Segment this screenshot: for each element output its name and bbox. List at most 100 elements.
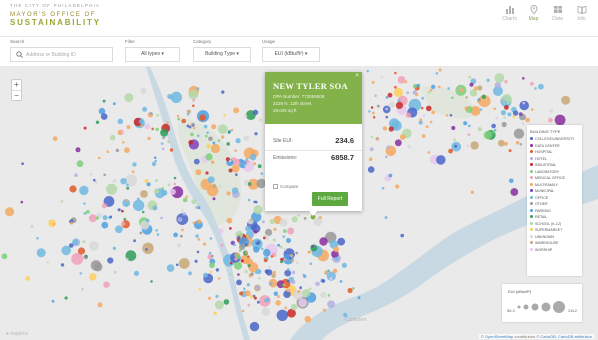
building-marker[interactable] xyxy=(244,270,248,274)
building-marker[interactable] xyxy=(138,119,144,124)
building-marker[interactable] xyxy=(186,124,190,128)
building-marker[interactable] xyxy=(117,118,124,125)
building-marker[interactable] xyxy=(236,279,242,286)
building-marker[interactable] xyxy=(352,287,355,290)
building-marker[interactable] xyxy=(195,169,202,176)
building-marker[interactable] xyxy=(182,197,188,203)
building-marker[interactable] xyxy=(284,269,292,277)
building-marker[interactable] xyxy=(260,172,264,175)
building-marker[interactable] xyxy=(249,153,257,161)
building-marker[interactable] xyxy=(205,153,213,161)
building-marker[interactable] xyxy=(319,237,328,246)
building-marker[interactable] xyxy=(477,127,482,132)
building-marker[interactable] xyxy=(367,166,375,173)
building-marker[interactable] xyxy=(290,254,294,258)
building-marker[interactable] xyxy=(329,277,333,281)
building-marker[interactable] xyxy=(205,171,209,175)
building-marker[interactable] xyxy=(273,291,278,296)
building-marker[interactable] xyxy=(247,182,252,186)
building-marker[interactable] xyxy=(76,160,84,168)
building-marker[interactable] xyxy=(486,78,490,82)
building-marker[interactable] xyxy=(384,155,388,159)
building-marker[interactable] xyxy=(282,235,286,238)
building-marker[interactable] xyxy=(89,172,93,176)
building-marker[interactable] xyxy=(79,185,89,196)
building-marker[interactable] xyxy=(322,308,326,312)
building-marker[interactable] xyxy=(388,173,393,178)
building-marker[interactable] xyxy=(139,231,143,235)
building-marker[interactable] xyxy=(197,134,200,138)
building-marker[interactable] xyxy=(538,83,544,90)
building-marker[interactable] xyxy=(220,243,224,247)
building-marker[interactable] xyxy=(64,296,68,300)
building-marker[interactable] xyxy=(272,238,276,242)
building-marker[interactable] xyxy=(492,130,495,134)
building-marker[interactable] xyxy=(210,143,221,154)
building-marker[interactable] xyxy=(188,89,199,100)
building-marker[interactable] xyxy=(234,261,243,270)
building-marker[interactable] xyxy=(394,139,402,147)
building-marker[interactable] xyxy=(339,280,343,283)
building-marker[interactable] xyxy=(182,212,187,216)
building-marker[interactable] xyxy=(463,121,468,126)
building-marker[interactable] xyxy=(207,176,215,184)
building-marker[interactable] xyxy=(451,125,456,131)
building-marker[interactable] xyxy=(221,90,225,94)
building-marker[interactable] xyxy=(209,237,213,240)
building-marker[interactable] xyxy=(100,113,108,120)
building-marker[interactable] xyxy=(235,138,241,144)
building-marker[interactable] xyxy=(155,127,159,132)
building-marker[interactable] xyxy=(372,111,375,115)
building-marker[interactable] xyxy=(192,104,195,108)
building-marker[interactable] xyxy=(390,151,394,154)
building-marker[interactable] xyxy=(249,294,254,299)
category-dropdown[interactable]: Building Type ▾ xyxy=(193,47,251,62)
building-marker[interactable] xyxy=(60,200,64,203)
building-marker[interactable] xyxy=(497,139,505,147)
building-marker[interactable] xyxy=(269,218,275,224)
building-marker[interactable] xyxy=(291,216,298,223)
building-marker[interactable] xyxy=(286,279,290,283)
building-marker[interactable] xyxy=(203,124,208,129)
building-marker[interactable] xyxy=(283,258,287,261)
building-marker[interactable] xyxy=(95,120,100,124)
building-marker[interactable] xyxy=(291,259,295,262)
building-marker[interactable] xyxy=(504,101,508,104)
building-marker[interactable] xyxy=(554,114,566,126)
building-marker[interactable] xyxy=(500,110,506,116)
building-marker[interactable] xyxy=(190,132,194,137)
building-marker[interactable] xyxy=(548,117,553,123)
building-marker[interactable] xyxy=(255,285,260,290)
building-marker[interactable] xyxy=(196,219,202,224)
building-marker[interactable] xyxy=(106,183,118,195)
building-marker[interactable] xyxy=(469,82,474,87)
building-marker[interactable] xyxy=(230,128,234,132)
building-marker[interactable] xyxy=(115,148,120,153)
building-marker[interactable] xyxy=(253,205,263,215)
attrib-carto-link[interactable]: CartoDB xyxy=(540,334,555,339)
building-marker[interactable] xyxy=(81,287,84,291)
logo[interactable]: THE CITY OF PHILADELPHIA MAYOR'S OFFICE … xyxy=(10,3,101,27)
building-marker[interactable] xyxy=(394,71,397,75)
building-marker[interactable] xyxy=(188,140,194,145)
building-marker[interactable] xyxy=(117,129,123,135)
building-marker[interactable] xyxy=(470,190,474,194)
building-marker[interactable] xyxy=(295,251,299,255)
building-marker[interactable] xyxy=(252,109,259,115)
building-marker[interactable] xyxy=(504,80,508,84)
building-marker[interactable] xyxy=(244,164,247,167)
building-marker[interactable] xyxy=(510,188,519,196)
building-marker[interactable] xyxy=(160,128,169,137)
building-marker[interactable] xyxy=(153,156,157,159)
building-marker[interactable] xyxy=(337,237,346,246)
building-marker[interactable] xyxy=(161,187,165,191)
building-marker[interactable] xyxy=(112,102,116,106)
building-marker[interactable] xyxy=(226,191,231,196)
building-marker[interactable] xyxy=(191,199,197,205)
building-marker[interactable] xyxy=(117,208,121,212)
building-marker[interactable] xyxy=(247,303,251,307)
building-marker[interactable] xyxy=(283,229,287,233)
building-marker[interactable] xyxy=(126,125,131,130)
building-marker[interactable] xyxy=(186,112,190,116)
building-marker[interactable] xyxy=(464,106,469,111)
